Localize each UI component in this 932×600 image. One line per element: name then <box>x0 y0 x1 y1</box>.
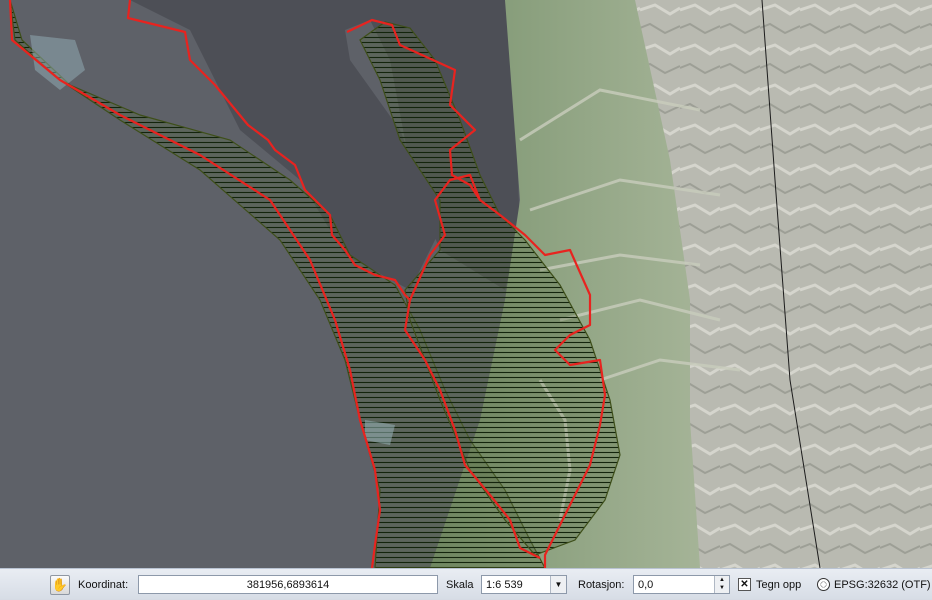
rotation-spinbox[interactable]: 0,0 ▲ ▼ <box>633 575 730 594</box>
spin-up-icon[interactable]: ▲ <box>715 576 729 584</box>
render-label: Tegn opp <box>756 578 802 591</box>
scale-label: Skala <box>446 578 474 591</box>
coordinate-field[interactable]: 381956,6893614 <box>138 575 438 594</box>
rotation-value: 0,0 <box>638 578 654 591</box>
messages-button[interactable]: ✋ <box>50 574 70 595</box>
crs-label: EPSG:32632 (OTF) <box>834 578 931 591</box>
render-checkbox[interactable]: ✕ <box>738 578 751 591</box>
coordinate-value: 381956,6893614 <box>246 578 330 591</box>
crs-button[interactable]: EPSG:32632 (OTF) <box>817 569 931 600</box>
chevron-down-icon[interactable]: ▼ <box>550 576 566 593</box>
spin-down-icon[interactable]: ▼ <box>715 584 729 593</box>
globe-icon <box>817 578 830 591</box>
map-canvas[interactable] <box>0 0 932 568</box>
messages-icon: ✋ <box>51 576 69 592</box>
rotation-label: Rotasjon: <box>578 578 625 591</box>
status-bar: ✋ Koordinat: 381956,6893614 Skala 1:6 53… <box>0 568 932 599</box>
scale-combobox[interactable]: 1:6 539 ▼ <box>481 575 567 594</box>
messages-button-wrap: ✋ <box>50 569 70 600</box>
scale-value: 1:6 539 <box>486 578 523 591</box>
map-svg <box>0 0 932 568</box>
coordinate-label: Koordinat: <box>78 578 129 591</box>
